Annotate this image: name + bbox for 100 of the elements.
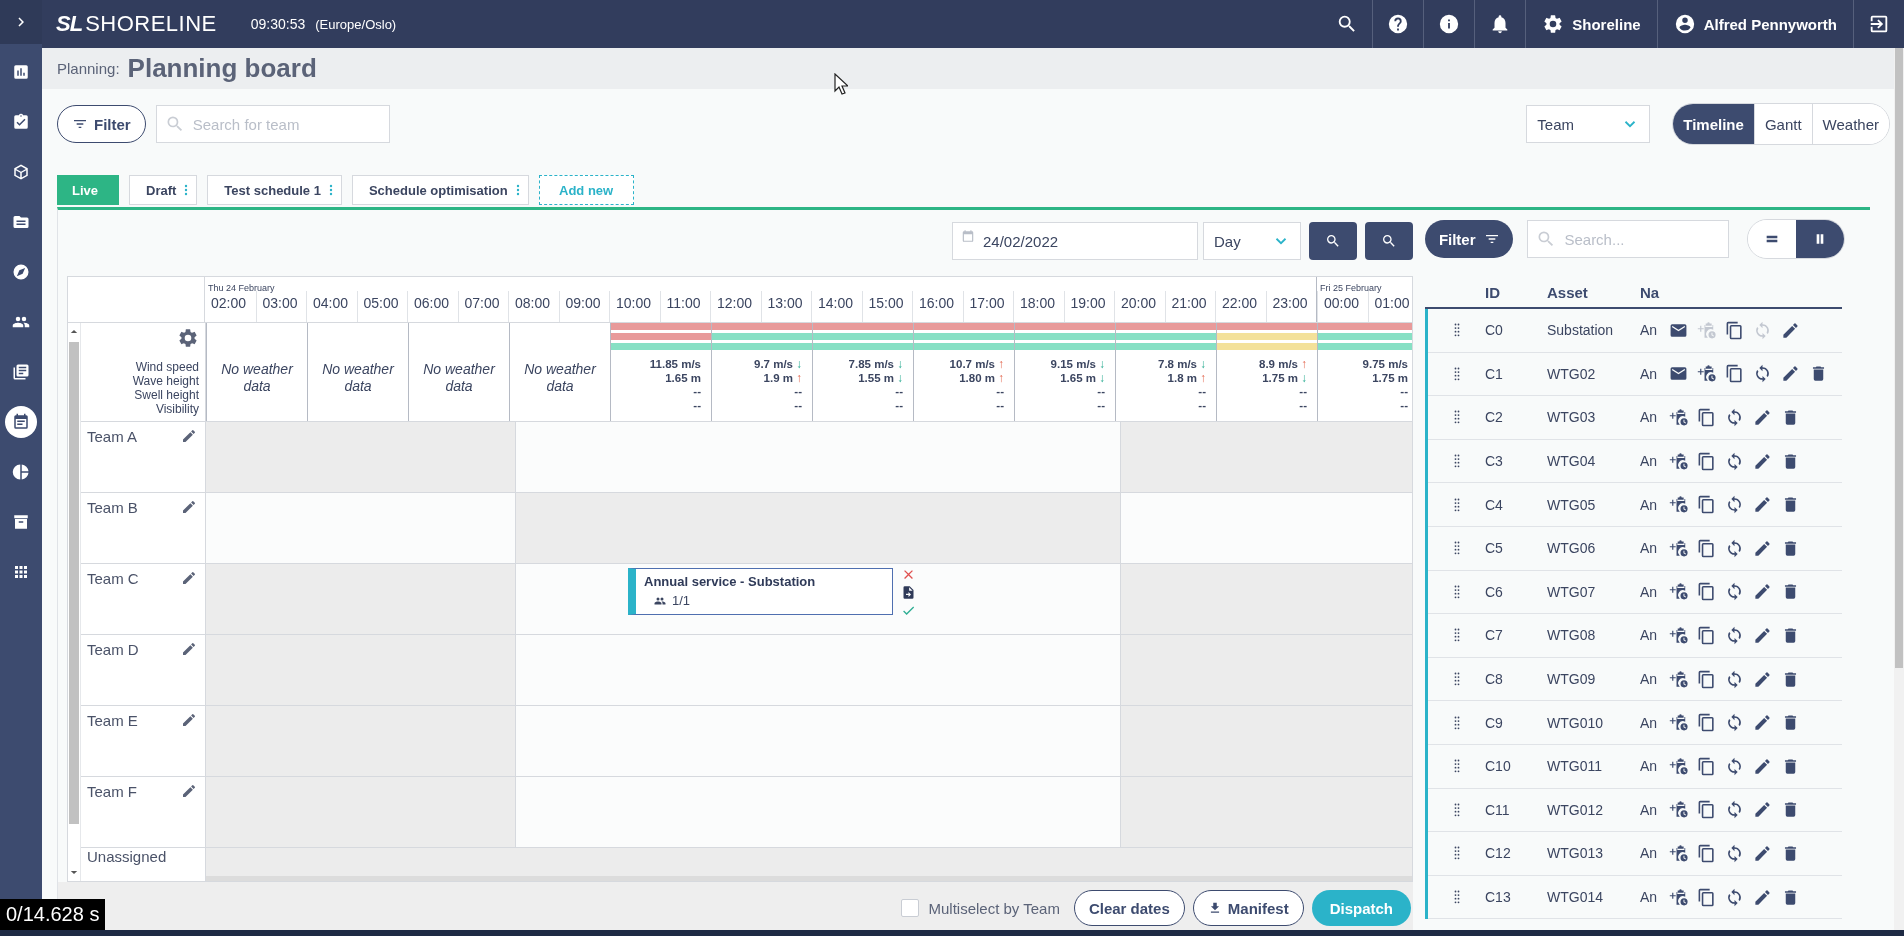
list-view-button[interactable]	[1748, 220, 1797, 258]
asset-row[interactable]: C1 WTG02 An	[1428, 352, 1842, 397]
add-to-schedule-icon[interactable]	[1669, 713, 1688, 733]
edit-icon[interactable]	[181, 712, 197, 728]
edit-icon[interactable]	[181, 641, 197, 657]
download-button[interactable]: Manifest	[1192, 890, 1304, 926]
date-field[interactable]: 24/02/2022	[952, 222, 1198, 260]
edit-icon[interactable]	[1753, 582, 1772, 602]
asset-row[interactable]: C13 WTG014 An	[1428, 875, 1842, 920]
drag-handle-icon[interactable]	[1453, 410, 1460, 425]
sync-icon[interactable]	[1753, 364, 1772, 384]
edit-icon[interactable]	[181, 783, 197, 799]
add-to-schedule-icon[interactable]	[1669, 756, 1688, 776]
column-view-button[interactable]	[1796, 220, 1844, 258]
drag-handle-icon[interactable]	[1453, 497, 1460, 512]
scrollbar[interactable]	[1894, 48, 1904, 930]
scroll-up-icon[interactable]	[70, 329, 78, 334]
copy-icon[interactable]	[1697, 495, 1716, 515]
edit-icon[interactable]	[1781, 364, 1800, 384]
view-tab[interactable]: Weather	[1811, 104, 1889, 144]
asset-row[interactable]: C4 WTG05 An	[1428, 483, 1842, 527]
sync-icon[interactable]	[1725, 582, 1744, 602]
copy-icon[interactable]	[1697, 582, 1716, 602]
checkbox[interactable]	[901, 899, 920, 917]
sync-icon[interactable]	[1725, 756, 1744, 776]
scrollbar[interactable]	[68, 323, 81, 881]
sync-icon[interactable]	[1725, 669, 1744, 689]
drag-handle-icon[interactable]	[1453, 584, 1460, 599]
add-to-schedule-icon[interactable]	[1669, 451, 1688, 471]
edit-icon[interactable]	[1753, 495, 1772, 515]
asset-row[interactable]: C11 WTG012 An	[1428, 788, 1842, 833]
sync-icon[interactable]	[1725, 713, 1744, 733]
asset-row[interactable]: C12 WTG013 An	[1428, 832, 1842, 876]
job-card[interactable]: Annual service - Substation 1/1	[628, 568, 893, 615]
edit-icon[interactable]	[181, 570, 197, 586]
search-field[interactable]: Search...	[1527, 220, 1730, 258]
settings-icon[interactable]	[177, 327, 199, 349]
edit-icon[interactable]	[181, 428, 197, 444]
sync-icon[interactable]	[1725, 408, 1744, 427]
calendar-icon[interactable]	[5, 406, 37, 438]
asset-row[interactable]: C9 WTG010 An	[1428, 701, 1842, 745]
copy-icon[interactable]	[1697, 451, 1716, 471]
sync-icon[interactable]	[1725, 887, 1744, 907]
copy-icon[interactable]	[1697, 625, 1716, 645]
schedule-tab[interactable]: Draft	[129, 175, 198, 205]
add-to-schedule-icon[interactable]	[1669, 887, 1688, 907]
copy-icon[interactable]	[1697, 669, 1716, 689]
add-to-schedule-icon[interactable]	[1669, 800, 1688, 820]
asset-row[interactable]: C6 WTG07 An	[1428, 570, 1842, 615]
sync-icon[interactable]	[1725, 451, 1744, 471]
scroll-down-icon[interactable]	[70, 870, 78, 875]
team-search-field[interactable]: Search for team	[155, 105, 390, 143]
copy-icon[interactable]	[1697, 713, 1716, 733]
drag-handle-icon[interactable]	[1453, 323, 1460, 338]
copy-icon[interactable]	[1697, 408, 1716, 427]
asset-row[interactable]: C0 Substation An	[1428, 309, 1842, 353]
edit-icon[interactable]	[181, 499, 197, 515]
sync-icon[interactable]	[1725, 495, 1744, 515]
add-to-schedule-icon[interactable]	[1669, 538, 1688, 558]
schedule-tab[interactable]: Schedule optimisation	[351, 175, 529, 205]
zoom-in-button[interactable]	[1365, 222, 1413, 260]
clear-button[interactable]: Clear dates	[1073, 890, 1185, 926]
zoom-out-button[interactable]	[1309, 222, 1357, 260]
copy-icon[interactable]	[1697, 800, 1716, 820]
filter-button[interactable]: Filter	[1425, 220, 1514, 258]
group-by-select[interactable]: Team	[1526, 105, 1651, 143]
drag-handle-icon[interactable]	[1453, 890, 1460, 904]
copy-icon[interactable]	[1725, 364, 1744, 384]
drag-handle-icon[interactable]	[1453, 541, 1460, 556]
sync-icon[interactable]	[1725, 800, 1744, 820]
add-to-schedule-icon[interactable]	[1669, 843, 1688, 863]
asset-row[interactable]: C8 WTG09 An	[1428, 657, 1842, 702]
sync-icon[interactable]	[1725, 625, 1744, 645]
add-to-schedule-icon[interactable]	[1697, 364, 1716, 384]
add-to-schedule-icon[interactable]	[1669, 669, 1688, 689]
drag-handle-icon[interactable]	[1453, 759, 1460, 774]
drag-handle-icon[interactable]	[1453, 628, 1460, 643]
range-select[interactable]: Day	[1203, 222, 1301, 260]
schedule-tab[interactable]: Test schedule 1	[207, 175, 342, 205]
drag-handle-icon[interactable]	[1453, 715, 1460, 730]
edit-icon[interactable]	[1753, 713, 1772, 733]
copy-icon[interactable]	[1725, 320, 1744, 340]
add-to-schedule-icon[interactable]	[1669, 495, 1688, 515]
copy-icon[interactable]	[1697, 843, 1716, 863]
add-to-schedule-icon[interactable]	[1669, 582, 1688, 602]
sync-icon[interactable]	[1725, 538, 1744, 558]
asset-row[interactable]: C3 WTG04 An	[1428, 439, 1842, 484]
copy-icon[interactable]	[1697, 887, 1716, 907]
sync-icon[interactable]	[1725, 843, 1744, 863]
copy-icon[interactable]	[1697, 756, 1716, 776]
drag-handle-icon[interactable]	[1453, 454, 1460, 469]
filter-button[interactable]: Filter	[57, 105, 146, 143]
asset-row[interactable]: C5 WTG06 An	[1428, 526, 1842, 571]
logo[interactable]: SLSHORELINE	[56, 11, 217, 37]
drag-handle-icon[interactable]	[1453, 846, 1460, 861]
drag-handle-icon[interactable]	[1453, 366, 1460, 381]
edit-icon[interactable]	[1753, 800, 1772, 820]
document-icon[interactable]	[901, 585, 916, 600]
asset-row[interactable]: C10 WTG011 An	[1428, 744, 1842, 789]
asset-row[interactable]: C7 WTG08 An	[1428, 614, 1842, 658]
